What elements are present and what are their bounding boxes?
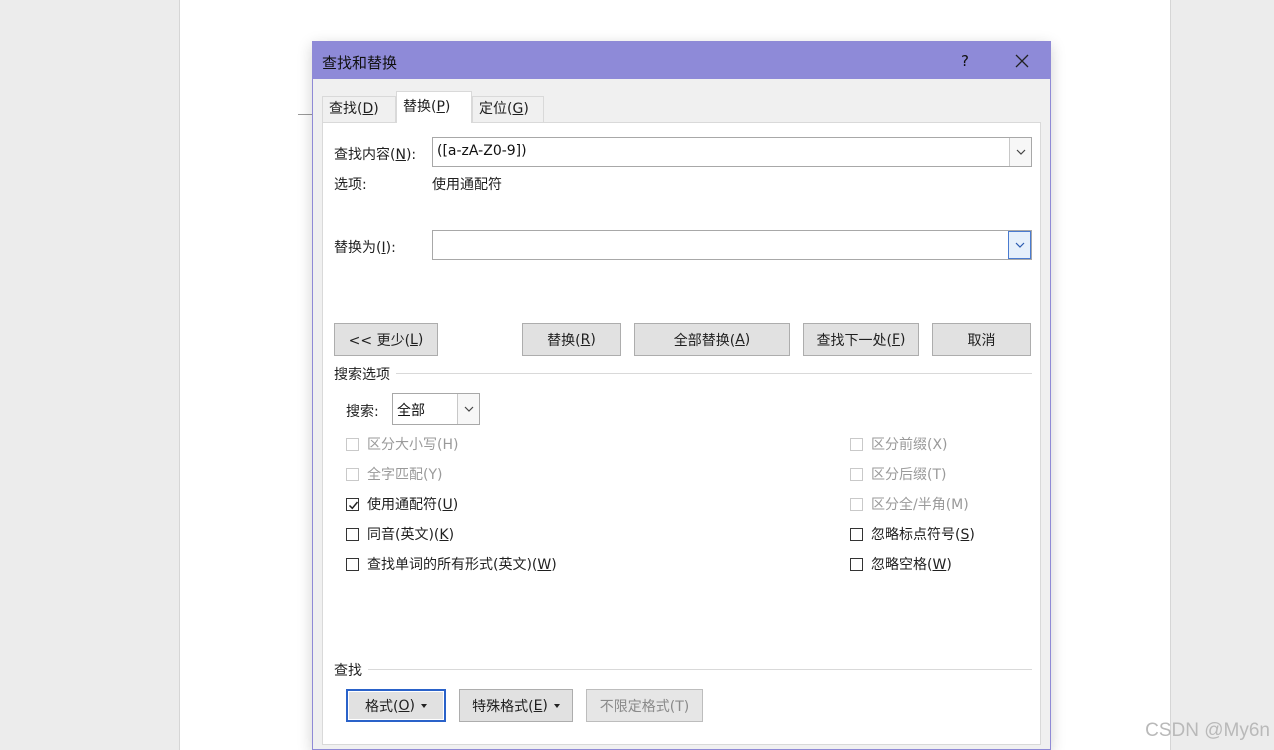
tab-replace[interactable]: 替换(P) — [396, 91, 472, 123]
options-label: 选项: — [334, 177, 367, 193]
tab-goto[interactable]: 定位(G) — [472, 96, 544, 122]
checkbox-box — [346, 527, 359, 541]
help-button[interactable]: ? — [945, 46, 985, 76]
search-options-divider — [334, 373, 1032, 374]
find-what-combo[interactable]: ([a-zA-Z0-9]) — [432, 137, 1032, 167]
caret-down-icon — [420, 703, 427, 708]
checkbox-box — [346, 497, 359, 511]
close-icon — [1015, 54, 1029, 68]
replace-with-combo[interactable] — [432, 230, 1032, 260]
search-direction-value: 全部 — [397, 403, 425, 419]
find-what-input[interactable]: ([a-zA-Z0-9]) — [437, 143, 527, 159]
format-button[interactable]: 格式(O) — [346, 689, 446, 722]
find-what-dropdown[interactable] — [1009, 138, 1031, 166]
close-button[interactable] — [1002, 46, 1042, 76]
ignore-whitespace-checkbox[interactable]: 忽略空格(W) — [850, 554, 952, 574]
title-bar[interactable]: 查找和替换 ? — [313, 42, 1050, 79]
find-what-label: 查找内容(N): — [334, 147, 417, 163]
replace-all-button[interactable]: 全部替换(A) — [634, 323, 790, 356]
replace-panel: 查找内容(N): ([a-zA-Z0-9]) 选项: 使用通配符 替换为(I):… — [322, 122, 1041, 745]
caret-down-icon — [553, 703, 560, 708]
less-button[interactable]: << 更少(L) — [334, 323, 438, 356]
find-section-title: 查找 — [334, 660, 368, 680]
search-direction-select[interactable]: 全部 — [392, 393, 480, 425]
checkmark-icon — [348, 501, 359, 509]
checkbox-box — [850, 497, 863, 511]
chevron-down-icon — [1016, 149, 1025, 155]
whole-word-checkbox[interactable]: 全字匹配(Y) — [346, 464, 442, 484]
ignore-punctuation-checkbox[interactable]: 忽略标点符号(S) — [850, 524, 975, 544]
match-case-checkbox[interactable]: 区分大小写(H) — [346, 434, 458, 454]
search-direction-label: 搜索: — [346, 404, 379, 420]
all-word-forms-checkbox[interactable]: 查找单词的所有形式(英文)(W) — [346, 554, 557, 574]
cancel-button[interactable]: 取消 — [932, 323, 1031, 356]
checkbox-box — [346, 437, 359, 451]
find-next-button[interactable]: 查找下一处(F) — [803, 323, 919, 356]
find-replace-dialog: 查找和替换 ? 查找(D) 替换(P) 定位(G) 查找内容(N): ([a-z… — [312, 41, 1051, 750]
replace-with-label: 替换为(I): — [334, 240, 396, 256]
match-prefix-checkbox[interactable]: 区分前缀(X) — [850, 434, 948, 454]
chevron-down-icon — [1015, 242, 1024, 248]
checkbox-box — [850, 557, 863, 571]
no-formatting-button[interactable]: 不限定格式(T) — [586, 689, 703, 722]
checkbox-box — [346, 467, 359, 481]
tab-find[interactable]: 查找(D) — [322, 96, 396, 122]
search-options-title: 搜索选项 — [334, 364, 396, 384]
chevron-down-icon — [464, 406, 473, 412]
match-suffix-checkbox[interactable]: 区分后缀(T) — [850, 464, 946, 484]
dialog-title: 查找和替换 — [322, 54, 398, 72]
special-format-button[interactable]: 特殊格式(E) — [459, 689, 573, 722]
checkbox-box — [850, 437, 863, 451]
help-icon: ? — [961, 52, 969, 70]
checkbox-box — [850, 467, 863, 481]
checkbox-box — [850, 527, 863, 541]
match-width-checkbox[interactable]: 区分全/半角(M) — [850, 494, 969, 514]
options-value: 使用通配符 — [432, 177, 502, 193]
search-direction-dropdown[interactable] — [457, 394, 479, 424]
checkbox-box — [346, 557, 359, 571]
replace-button[interactable]: 替换(R) — [522, 323, 621, 356]
find-section-divider — [334, 669, 1032, 670]
watermark: CSDN @My6n — [1145, 720, 1270, 741]
use-wildcards-checkbox[interactable]: 使用通配符(U) — [346, 494, 458, 514]
sounds-like-checkbox[interactable]: 同音(英文)(K) — [346, 524, 454, 544]
replace-with-dropdown[interactable] — [1008, 231, 1031, 259]
